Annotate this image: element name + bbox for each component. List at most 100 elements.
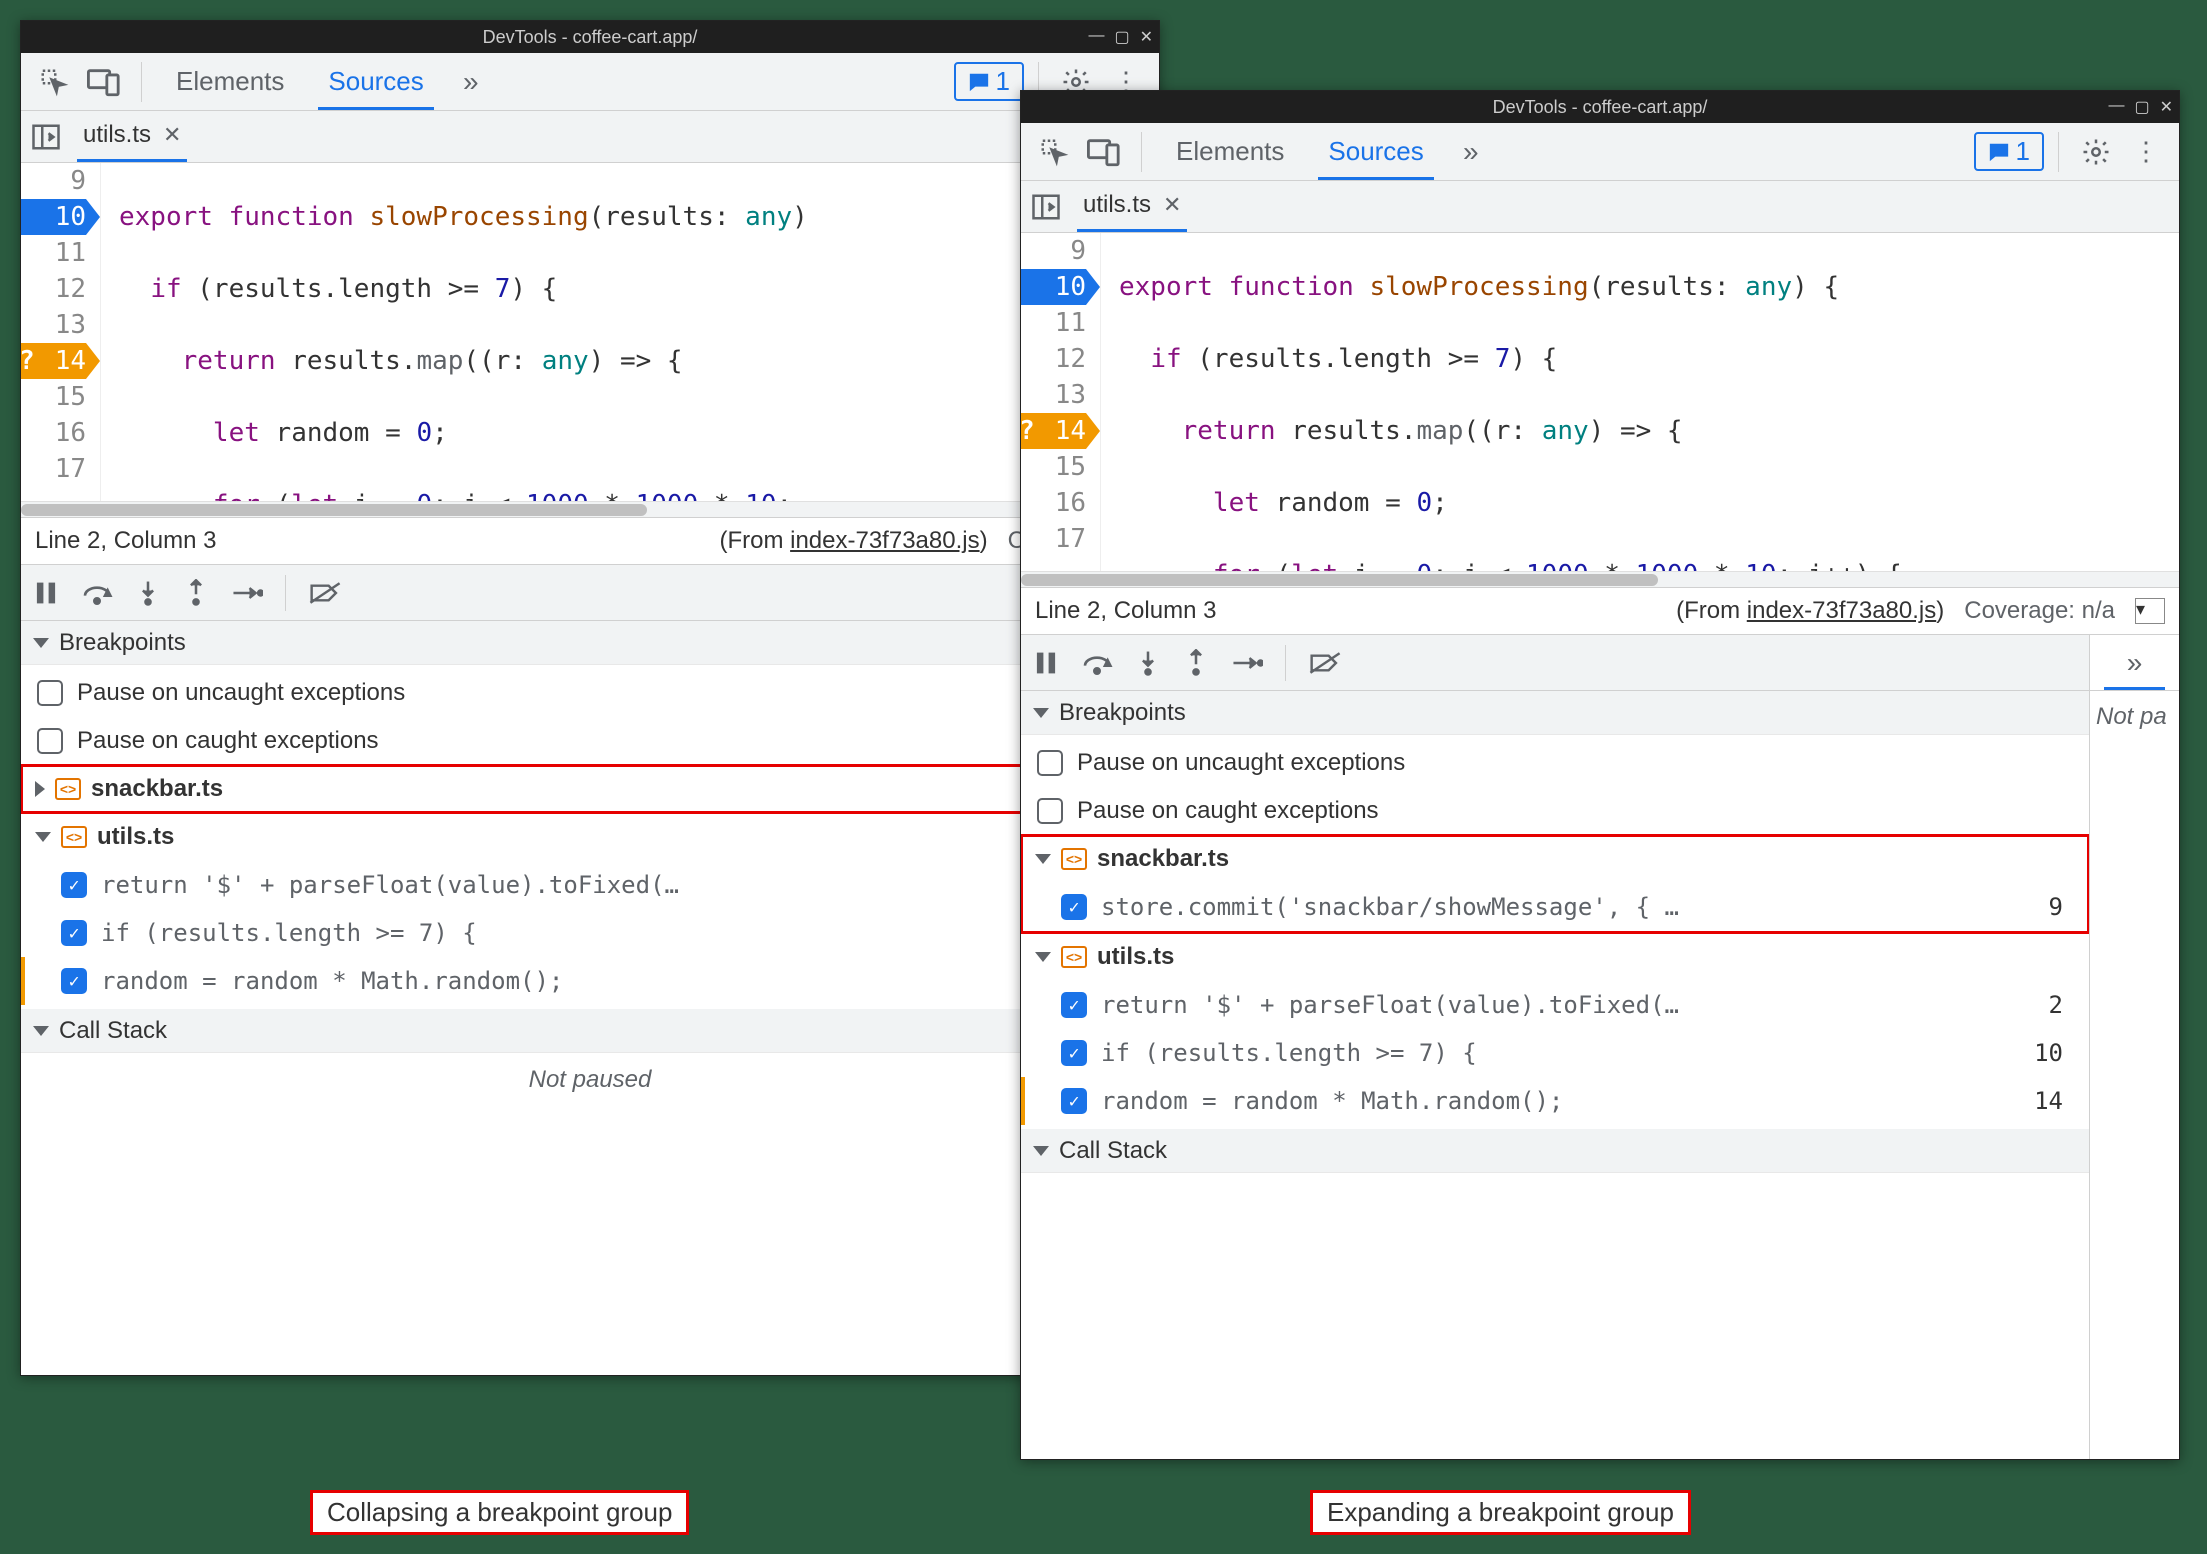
breakpoint-item[interactable]: ✓ if (results.length >= 7) { 10 <box>1021 1029 2089 1077</box>
code-editor[interactable]: 9 10 11 12 13 ?14 15 16 17 export functi… <box>21 163 1159 501</box>
maximize-button[interactable]: ▢ <box>1114 27 1129 47</box>
kebab-menu-icon[interactable]: ⋮ <box>2123 129 2169 175</box>
horizontal-scrollbar[interactable] <box>1021 571 2179 587</box>
gutter[interactable]: 9 10 11 12 13 ?14 15 16 17 <box>21 163 101 501</box>
line-number[interactable]: 15 <box>21 379 86 415</box>
checkbox-checked[interactable]: ✓ <box>61 920 87 946</box>
line-number[interactable]: 12 <box>1021 341 1086 377</box>
tab-sources[interactable]: Sources <box>1308 123 1443 180</box>
file-tab-utils[interactable]: utils.ts ✕ <box>1077 181 1187 232</box>
pause-icon[interactable] <box>1033 649 1059 677</box>
checkbox[interactable] <box>37 728 63 754</box>
checkbox-checked[interactable]: ✓ <box>61 968 87 994</box>
more-tabs-icon[interactable]: » <box>448 59 494 105</box>
breakpoint-item[interactable]: ✓ store.commit('snackbar/showMessage', {… <box>1021 883 2089 931</box>
line-number[interactable]: 15 <box>1021 449 1086 485</box>
inspect-icon[interactable] <box>1031 129 1077 175</box>
inspect-icon[interactable] <box>31 59 77 105</box>
file-tab-utils[interactable]: utils.ts ✕ <box>77 111 187 162</box>
line-number-conditional-bp[interactable]: ?14 <box>1021 413 1086 449</box>
window-title: DevTools - coffee-cart.app/ <box>483 27 698 48</box>
collapse-panel-icon[interactable]: ▾ <box>2135 598 2165 624</box>
pause-uncaught-row[interactable]: Pause on uncaught exceptions <box>21 669 1159 717</box>
line-number[interactable]: 11 <box>1021 305 1086 341</box>
gutter[interactable]: 9 10 11 12 13 ?14 15 16 17 <box>1021 233 1101 571</box>
line-number[interactable]: 16 <box>1021 485 1086 521</box>
checkbox[interactable] <box>1037 798 1063 824</box>
close-button[interactable]: ✕ <box>1140 27 1153 47</box>
line-number[interactable]: 17 <box>1021 521 1086 557</box>
breakpoints-header[interactable]: Breakpoints <box>21 621 1159 665</box>
breakpoint-item[interactable]: ✓ return '$' + parseFloat(value).toFixed… <box>21 861 1159 909</box>
checkbox[interactable] <box>1037 750 1063 776</box>
settings-gear-icon[interactable] <box>2073 129 2119 175</box>
pause-icon[interactable] <box>33 579 59 607</box>
line-number-conditional-bp[interactable]: ?14 <box>21 343 86 379</box>
breakpoint-group-utils[interactable]: <> utils.ts <box>21 813 1159 861</box>
pause-uncaught-row[interactable]: Pause on uncaught exceptions <box>1021 739 2089 787</box>
expand-panel-icon[interactable]: » <box>2127 647 2143 679</box>
sourcemap-origin[interactable]: (From index-73f73a80.js) <box>1676 597 1944 625</box>
checkbox-checked[interactable]: ✓ <box>1061 894 1087 920</box>
breakpoint-item[interactable]: ✓ random = random * Math.random(); 14 <box>1021 1077 2089 1125</box>
deactivate-breakpoints-icon[interactable] <box>1308 650 1342 676</box>
minimize-button[interactable]: — <box>2108 97 2124 117</box>
line-number[interactable]: 9 <box>1021 233 1086 269</box>
close-icon[interactable]: ✕ <box>163 122 181 148</box>
checkbox-checked[interactable]: ✓ <box>61 872 87 898</box>
step-icon[interactable] <box>1231 651 1263 675</box>
minimize-button[interactable]: — <box>1088 27 1104 47</box>
line-number[interactable]: 17 <box>21 451 86 487</box>
pause-caught-row[interactable]: Pause on caught exceptions <box>21 717 1159 765</box>
navigator-toggle-icon[interactable] <box>1031 192 1061 222</box>
maximize-button[interactable]: ▢ <box>2134 97 2149 117</box>
breakpoint-item[interactable]: ✓ return '$' + parseFloat(value).toFixed… <box>1021 981 2089 1029</box>
close-button[interactable]: ✕ <box>2160 97 2173 117</box>
code-editor[interactable]: 9 10 11 12 13 ?14 15 16 17 export functi… <box>1021 233 2179 571</box>
messages-button[interactable]: 1 <box>1974 132 2044 171</box>
checkbox[interactable] <box>37 680 63 706</box>
code-content[interactable]: export function slowProcessing(results: … <box>101 163 1159 501</box>
step-into-icon[interactable] <box>135 579 161 607</box>
checkbox-checked[interactable]: ✓ <box>1061 992 1087 1018</box>
deactivate-breakpoints-icon[interactable] <box>308 580 342 606</box>
device-toggle-icon[interactable] <box>1081 129 1127 175</box>
line-number-breakpoint[interactable]: 10 <box>1021 269 1086 305</box>
tab-elements[interactable]: Elements <box>156 53 304 110</box>
breakpoint-item[interactable]: ✓ if (results.length >= 7) { 10 <box>21 909 1159 957</box>
callstack-header[interactable]: Call Stack <box>1021 1129 2089 1173</box>
line-number[interactable]: 9 <box>21 163 86 199</box>
breakpoint-group-snackbar[interactable]: <> snackbar.ts <box>21 765 1159 813</box>
checkbox-checked[interactable]: ✓ <box>1061 1088 1087 1114</box>
close-icon[interactable]: ✕ <box>1163 192 1181 218</box>
code-content[interactable]: export function slowProcessing(results: … <box>1101 233 2179 571</box>
breakpoint-group-snackbar[interactable]: <> snackbar.ts <box>1021 835 2089 883</box>
pause-caught-row[interactable]: Pause on caught exceptions <box>1021 787 2089 835</box>
checkbox-checked[interactable]: ✓ <box>1061 1040 1087 1066</box>
sourcemap-origin[interactable]: (From index-73f73a80.js) <box>719 527 987 555</box>
line-number[interactable]: 13 <box>21 307 86 343</box>
step-out-icon[interactable] <box>183 579 209 607</box>
step-over-icon[interactable] <box>1081 649 1113 677</box>
breakpoint-group-utils[interactable]: <> utils.ts <box>1021 933 2089 981</box>
navigator-toggle-icon[interactable] <box>31 122 61 152</box>
horizontal-scrollbar[interactable] <box>21 501 1159 517</box>
line-number[interactable]: 11 <box>21 235 86 271</box>
breakpoint-item[interactable]: ✓ random = random * Math.random(); 14 <box>21 957 1159 1005</box>
step-into-icon[interactable] <box>1135 649 1161 677</box>
step-out-icon[interactable] <box>1183 649 1209 677</box>
step-over-icon[interactable] <box>81 579 113 607</box>
line-number[interactable]: 16 <box>21 415 86 451</box>
tab-sources[interactable]: Sources <box>308 53 443 110</box>
breakpoints-header[interactable]: Breakpoints <box>1021 691 2089 735</box>
callstack-header[interactable]: Call Stack <box>21 1009 1159 1053</box>
device-toggle-icon[interactable] <box>81 59 127 105</box>
line-number-breakpoint[interactable]: 10 <box>21 199 86 235</box>
more-tabs-icon[interactable]: » <box>1448 129 1494 175</box>
step-icon[interactable] <box>231 581 263 605</box>
messages-button[interactable]: 1 <box>954 62 1024 101</box>
tab-elements[interactable]: Elements <box>1156 123 1304 180</box>
chevron-right-icon <box>35 781 45 797</box>
line-number[interactable]: 13 <box>1021 377 1086 413</box>
line-number[interactable]: 12 <box>21 271 86 307</box>
